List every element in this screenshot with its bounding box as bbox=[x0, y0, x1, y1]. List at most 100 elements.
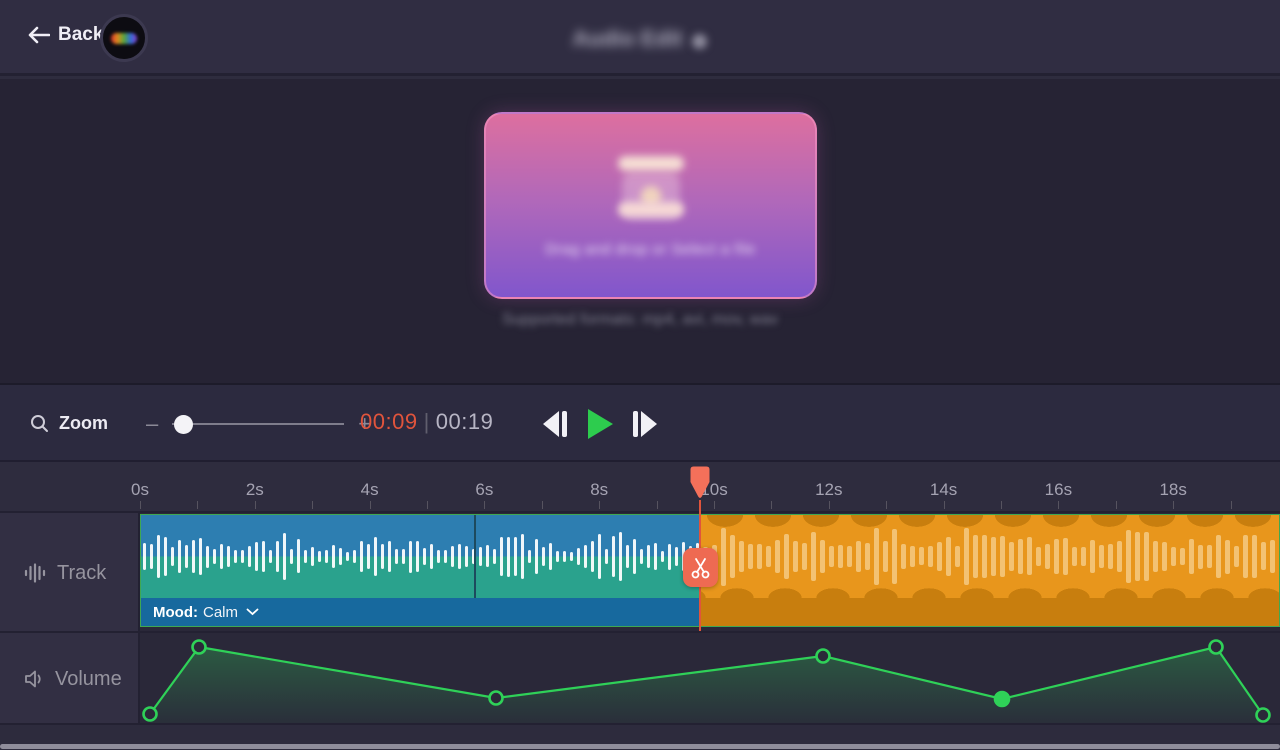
ruler-tick bbox=[541, 501, 543, 509]
volume-point[interactable] bbox=[993, 690, 1011, 708]
zoom-slider-knob[interactable] bbox=[174, 414, 194, 434]
waveform-bar bbox=[1045, 543, 1050, 570]
volume-row: Volume bbox=[0, 631, 1280, 725]
time-separator: | bbox=[423, 409, 430, 434]
zoom-out-button[interactable]: – bbox=[142, 411, 162, 437]
zoom-control: Zoom – + bbox=[30, 385, 375, 462]
waveform-bar bbox=[304, 550, 307, 563]
waveform-bar bbox=[964, 527, 969, 586]
playhead-pin[interactable] bbox=[690, 466, 710, 500]
edit-title-icon bbox=[692, 34, 708, 50]
volume-point[interactable] bbox=[488, 690, 504, 706]
waveform-bar bbox=[528, 549, 531, 564]
waveform-bar bbox=[612, 535, 615, 578]
ruler-label: 0s bbox=[131, 480, 149, 499]
waveform-bar bbox=[444, 549, 447, 564]
ruler-tick bbox=[599, 501, 601, 509]
waveform-bar bbox=[374, 537, 377, 577]
step-back-button[interactable] bbox=[543, 410, 567, 437]
clip-segment-divider[interactable] bbox=[474, 515, 476, 598]
ruler-label: 8s bbox=[590, 480, 609, 499]
ruler-label: 14s bbox=[929, 480, 958, 499]
volume-envelope[interactable] bbox=[0, 633, 1280, 725]
ruler-tick bbox=[369, 501, 371, 509]
waveform-bar bbox=[514, 537, 517, 576]
scissors-icon bbox=[691, 557, 710, 578]
clip-segment-new[interactable] bbox=[701, 515, 1279, 626]
volume-point[interactable] bbox=[1208, 639, 1224, 655]
volume-point[interactable] bbox=[142, 706, 158, 722]
clip-segment-calm[interactable]: Mood: Calm bbox=[141, 515, 701, 626]
waveform-bar bbox=[269, 550, 272, 563]
waveform-bar bbox=[591, 541, 594, 572]
waveform-bar bbox=[192, 539, 195, 574]
mood-value: Calm bbox=[202, 603, 238, 621]
volume-point[interactable] bbox=[191, 639, 207, 655]
waveform-bar bbox=[661, 551, 664, 562]
waveform-bar bbox=[507, 536, 510, 577]
chevron-down-icon bbox=[246, 608, 259, 616]
zoom-slider[interactable] bbox=[172, 414, 345, 434]
waveform-bar bbox=[178, 539, 181, 574]
waveform-bar bbox=[276, 540, 279, 573]
back-button[interactable]: Back bbox=[28, 24, 103, 46]
waveform-bar bbox=[856, 541, 861, 572]
waveform-bar bbox=[1135, 532, 1140, 581]
waveform-bar bbox=[829, 546, 834, 567]
waveform-bar bbox=[241, 550, 244, 563]
waveform-bar bbox=[318, 551, 321, 563]
waveform-bar bbox=[535, 539, 538, 574]
mood-dropdown[interactable]: Mood: Calm bbox=[141, 598, 701, 626]
waveform-bar bbox=[332, 545, 335, 568]
ruler-label: 6s bbox=[475, 480, 494, 499]
waveform-bar bbox=[493, 548, 496, 565]
waveform-bar bbox=[227, 545, 230, 568]
upload-dropzone[interactable]: Drag and drop or Select a file bbox=[484, 112, 817, 299]
waveform-bar bbox=[874, 527, 879, 586]
waveform-bar bbox=[143, 543, 146, 570]
waveform-bar bbox=[1072, 547, 1077, 566]
volume-point[interactable] bbox=[1255, 707, 1271, 723]
waveform-bar bbox=[367, 543, 370, 570]
waveform-bar bbox=[542, 547, 545, 566]
waveform-bar bbox=[901, 544, 906, 569]
waveform-bar bbox=[883, 541, 888, 572]
waveform-bar bbox=[847, 546, 852, 567]
horizontal-scrollbar[interactable] bbox=[0, 744, 1280, 749]
waveform-bar bbox=[402, 549, 405, 564]
waveform-bar bbox=[1207, 544, 1212, 569]
audio-clip[interactable]: Mood: Calm bbox=[140, 514, 1280, 627]
waveform-bar bbox=[793, 541, 798, 572]
waveform-bar bbox=[619, 531, 622, 582]
title-group: Audio Edit bbox=[0, 26, 1280, 52]
waveform-bar bbox=[633, 538, 636, 575]
waveform-bar bbox=[1270, 540, 1275, 573]
split-scissors-button[interactable] bbox=[683, 548, 718, 587]
waveform-bar bbox=[730, 535, 735, 578]
waveform-bar bbox=[739, 540, 744, 573]
ruler-label: 16s bbox=[1044, 480, 1073, 499]
step-forward-button[interactable] bbox=[633, 410, 657, 437]
play-button[interactable] bbox=[587, 408, 613, 439]
ruler-tick bbox=[484, 501, 486, 509]
timeline-ruler[interactable]: 0s 2s 4s 6s 8s 10s 12s 14s 16s 18s bbox=[0, 462, 1280, 511]
waveform-bar bbox=[1162, 542, 1167, 571]
waveform-bar bbox=[437, 550, 440, 563]
app-logo[interactable] bbox=[100, 14, 148, 62]
volume-point[interactable] bbox=[815, 648, 831, 664]
step-forward-icon bbox=[633, 410, 657, 437]
waveform-bar bbox=[1027, 537, 1032, 576]
bottom-bar bbox=[0, 723, 1280, 750]
waveform-bar bbox=[1117, 541, 1122, 572]
logo-rainbow-icon bbox=[111, 32, 137, 44]
waveform-bar bbox=[820, 539, 825, 574]
waveform-bar bbox=[157, 535, 160, 578]
waveform-bar bbox=[1099, 545, 1104, 568]
ruler-tick bbox=[656, 501, 658, 509]
waveform-bar bbox=[311, 547, 314, 566]
waveform-bar bbox=[360, 541, 363, 573]
speaker-icon bbox=[25, 670, 41, 688]
waveform-bar bbox=[486, 545, 489, 568]
ruler-tick bbox=[714, 501, 715, 509]
time-display: 00:09 | 00:19 bbox=[360, 409, 493, 435]
